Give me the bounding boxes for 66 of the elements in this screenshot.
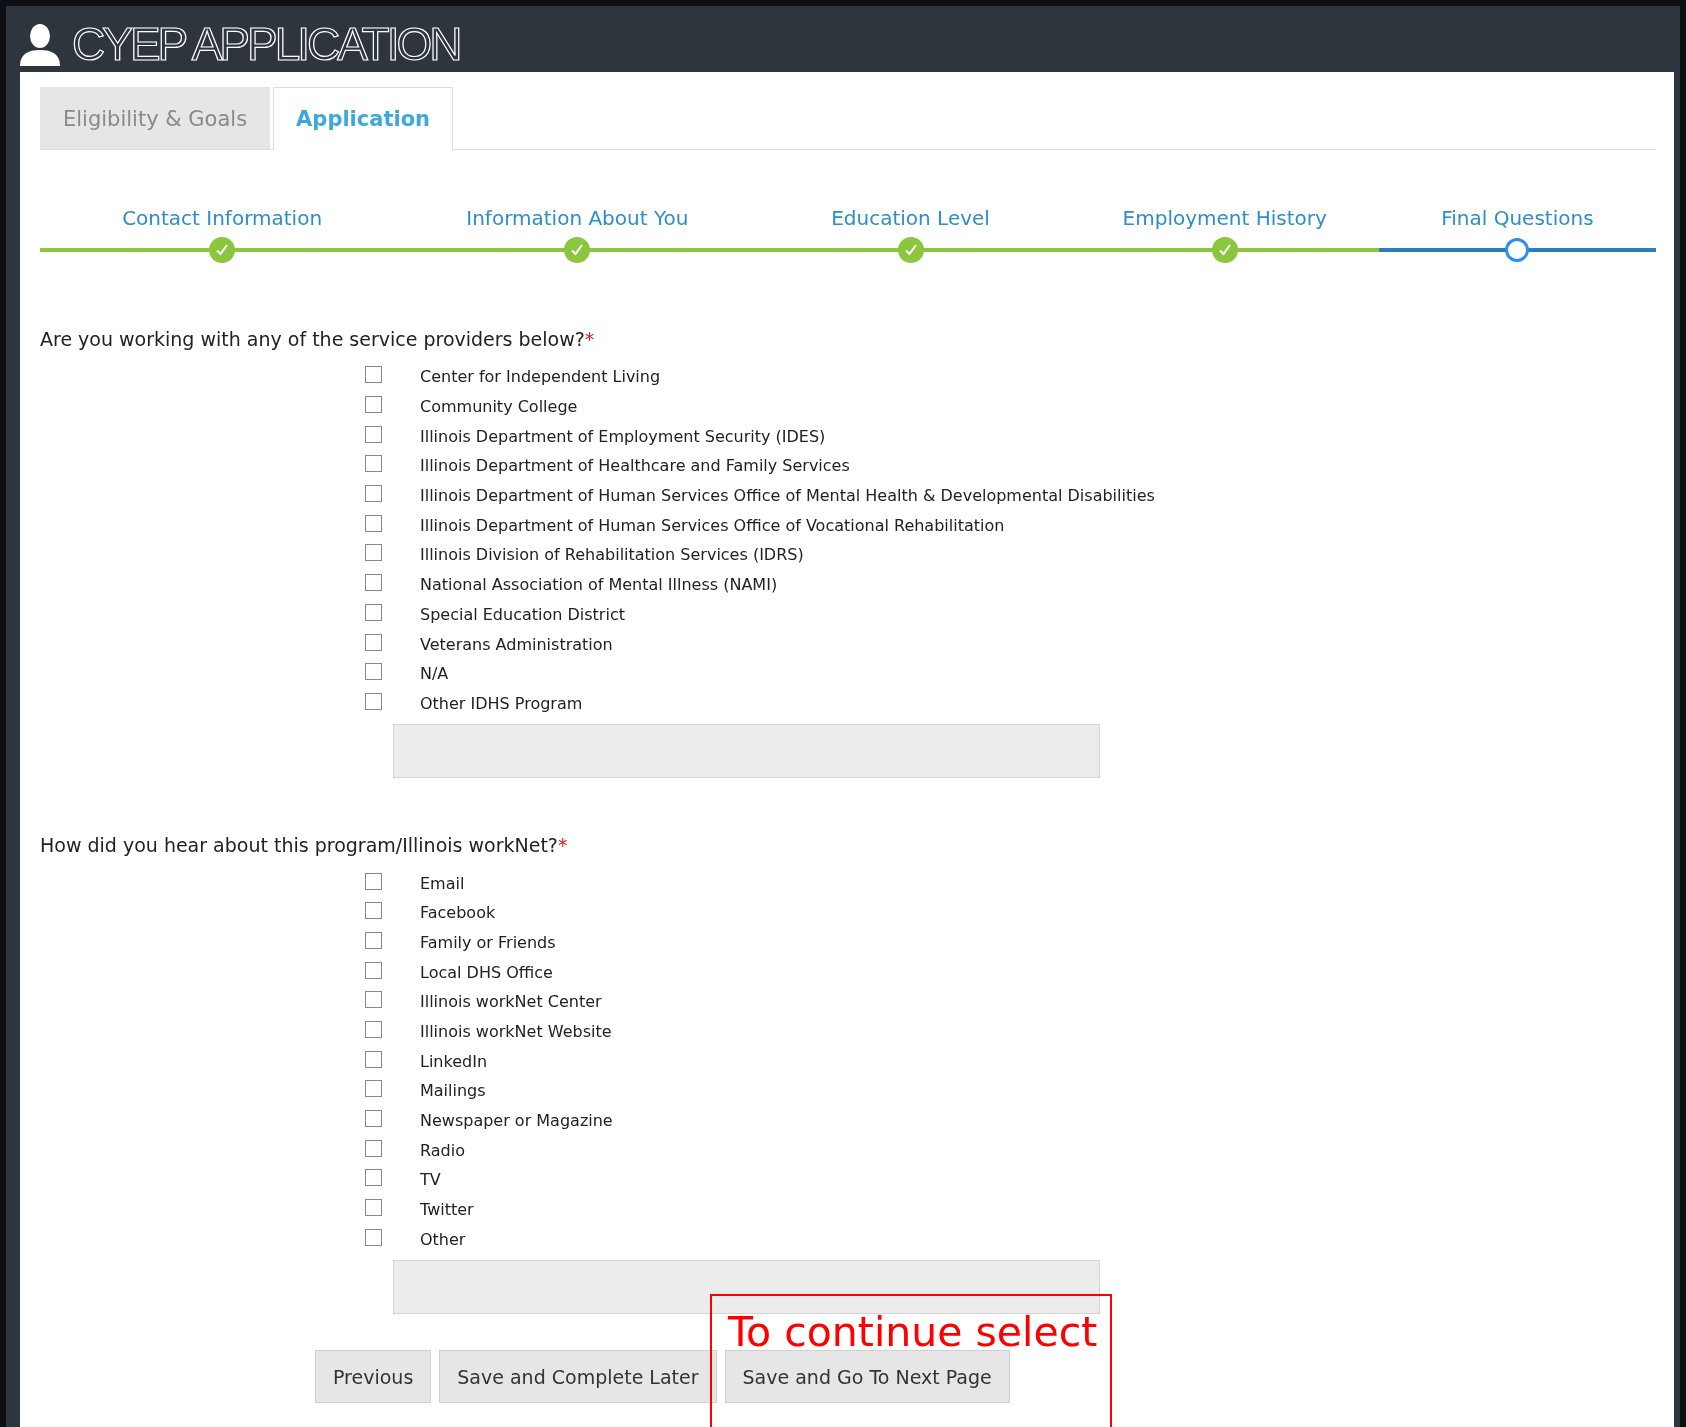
checkbox[interactable] bbox=[365, 485, 382, 503]
checkbox[interactable] bbox=[365, 514, 382, 532]
checkbox-label[interactable]: Veterans Administration bbox=[420, 634, 613, 654]
checkbox-label[interactable]: TV bbox=[420, 1170, 441, 1190]
step-label[interactable]: Information About You bbox=[466, 204, 689, 248]
checkbox[interactable] bbox=[365, 931, 382, 949]
checkbox[interactable] bbox=[365, 663, 382, 681]
question-text: How did you hear about this program/Illinois workNet?* bbox=[40, 834, 569, 857]
question-text: Are you working with any of the service providers below?* bbox=[40, 328, 596, 350]
checkbox-label[interactable]: Family or Friends bbox=[420, 932, 556, 952]
checkbox[interactable] bbox=[365, 1110, 382, 1128]
checkbox-label[interactable]: Illinois workNet Center bbox=[420, 992, 602, 1012]
app-title: CYEP APPLICATION bbox=[72, 17, 460, 72]
checkbox[interactable] bbox=[365, 1021, 382, 1039]
checkbox-label[interactable]: Illinois Department of Healthcare and Family Services bbox=[420, 456, 850, 476]
checkbox-label[interactable]: Illinois Division of Rehabilitation Services (IDRS) bbox=[420, 545, 804, 565]
checkbox[interactable] bbox=[365, 991, 382, 1009]
checkbox[interactable] bbox=[365, 1199, 382, 1217]
checkbox-label[interactable]: Other IDHS Program bbox=[420, 693, 583, 713]
check-icon bbox=[214, 242, 231, 258]
checkbox[interactable] bbox=[365, 1139, 382, 1157]
form-button[interactable]: Previous bbox=[315, 1350, 432, 1404]
checkbox[interactable] bbox=[365, 1080, 382, 1098]
checkbox-label[interactable]: Radio bbox=[420, 1140, 465, 1160]
checkbox-label[interactable]: Illinois Department of Human Services Office of Vocational Rehabilitation bbox=[420, 515, 1005, 535]
checkbox[interactable] bbox=[365, 633, 382, 651]
checkbox-label[interactable]: Special Education District bbox=[420, 604, 625, 624]
checkbox-label[interactable]: Illinois Department of Employment Security (IDES) bbox=[420, 426, 826, 446]
check-icon bbox=[569, 242, 586, 258]
checkbox-label[interactable]: National Association of Mental Illness (NAMI) bbox=[420, 575, 778, 595]
checkbox[interactable] bbox=[365, 902, 382, 920]
checkbox-label[interactable]: Email bbox=[420, 873, 465, 893]
checkbox[interactable] bbox=[365, 872, 382, 890]
other-text-field[interactable] bbox=[393, 724, 1100, 779]
step-label[interactable]: Final Questions bbox=[1441, 204, 1594, 248]
form-button[interactable]: Save and Complete Later bbox=[439, 1350, 717, 1404]
checkbox[interactable] bbox=[365, 574, 382, 592]
checkbox[interactable] bbox=[365, 455, 382, 473]
checkbox[interactable] bbox=[365, 692, 382, 710]
checkbox-label[interactable]: Community College bbox=[420, 397, 578, 417]
checkbox-label[interactable]: Local DHS Office bbox=[420, 962, 553, 982]
checkbox-label[interactable]: Mailings bbox=[420, 1081, 486, 1101]
checkbox[interactable] bbox=[365, 396, 382, 414]
user-icon bbox=[18, 22, 62, 66]
other-text-field[interactable] bbox=[393, 1260, 1100, 1315]
checkbox-label[interactable]: Illinois Department of Human Services Office of Mental Health & Developmental Disabilities bbox=[420, 486, 1155, 506]
checkbox-label[interactable]: Newspaper or Magazine bbox=[420, 1111, 613, 1131]
step-label[interactable]: Employment History bbox=[1122, 204, 1327, 248]
checkbox[interactable] bbox=[365, 1050, 382, 1068]
step-label[interactable]: Education Level bbox=[831, 204, 990, 248]
checkbox[interactable] bbox=[365, 1228, 382, 1246]
checkbox-label[interactable]: Illinois workNet Website bbox=[420, 1022, 612, 1042]
form-button[interactable]: Save and Go To Next Page bbox=[724, 1350, 1010, 1404]
checkbox[interactable] bbox=[365, 366, 382, 384]
checkbox[interactable] bbox=[365, 1169, 382, 1187]
checkbox-label[interactable]: LinkedIn bbox=[420, 1051, 488, 1071]
checkbox-label[interactable]: Twitter bbox=[420, 1200, 474, 1220]
checkbox-label[interactable]: Other bbox=[420, 1229, 466, 1249]
step-label[interactable]: Contact Information bbox=[122, 204, 323, 248]
checkbox[interactable] bbox=[365, 603, 382, 621]
checkbox-label[interactable]: Center for Independent Living bbox=[420, 367, 661, 387]
checkbox[interactable] bbox=[365, 544, 382, 562]
checkbox-label[interactable]: Facebook bbox=[420, 903, 496, 923]
checkbox[interactable] bbox=[365, 961, 382, 979]
checkbox-label[interactable]: N/A bbox=[420, 664, 449, 684]
checkbox[interactable] bbox=[365, 425, 382, 443]
